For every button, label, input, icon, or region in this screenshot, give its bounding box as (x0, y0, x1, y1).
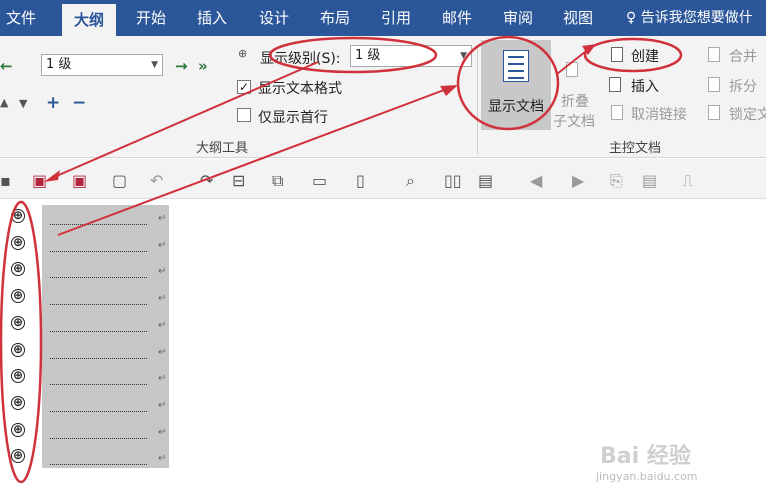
show-level-annotation (268, 36, 438, 74)
outline-annotation (0, 200, 43, 484)
annotation-overlay (0, 35, 683, 484)
annotation-arrow (51, 61, 319, 179)
arrowhead-icon (440, 85, 458, 96)
annotation-arrow (556, 47, 591, 75)
annotation-arrow (57, 86, 453, 236)
arrowhead-icon (44, 170, 60, 182)
create-annotation (583, 37, 683, 73)
show-document-annotation (456, 35, 560, 131)
